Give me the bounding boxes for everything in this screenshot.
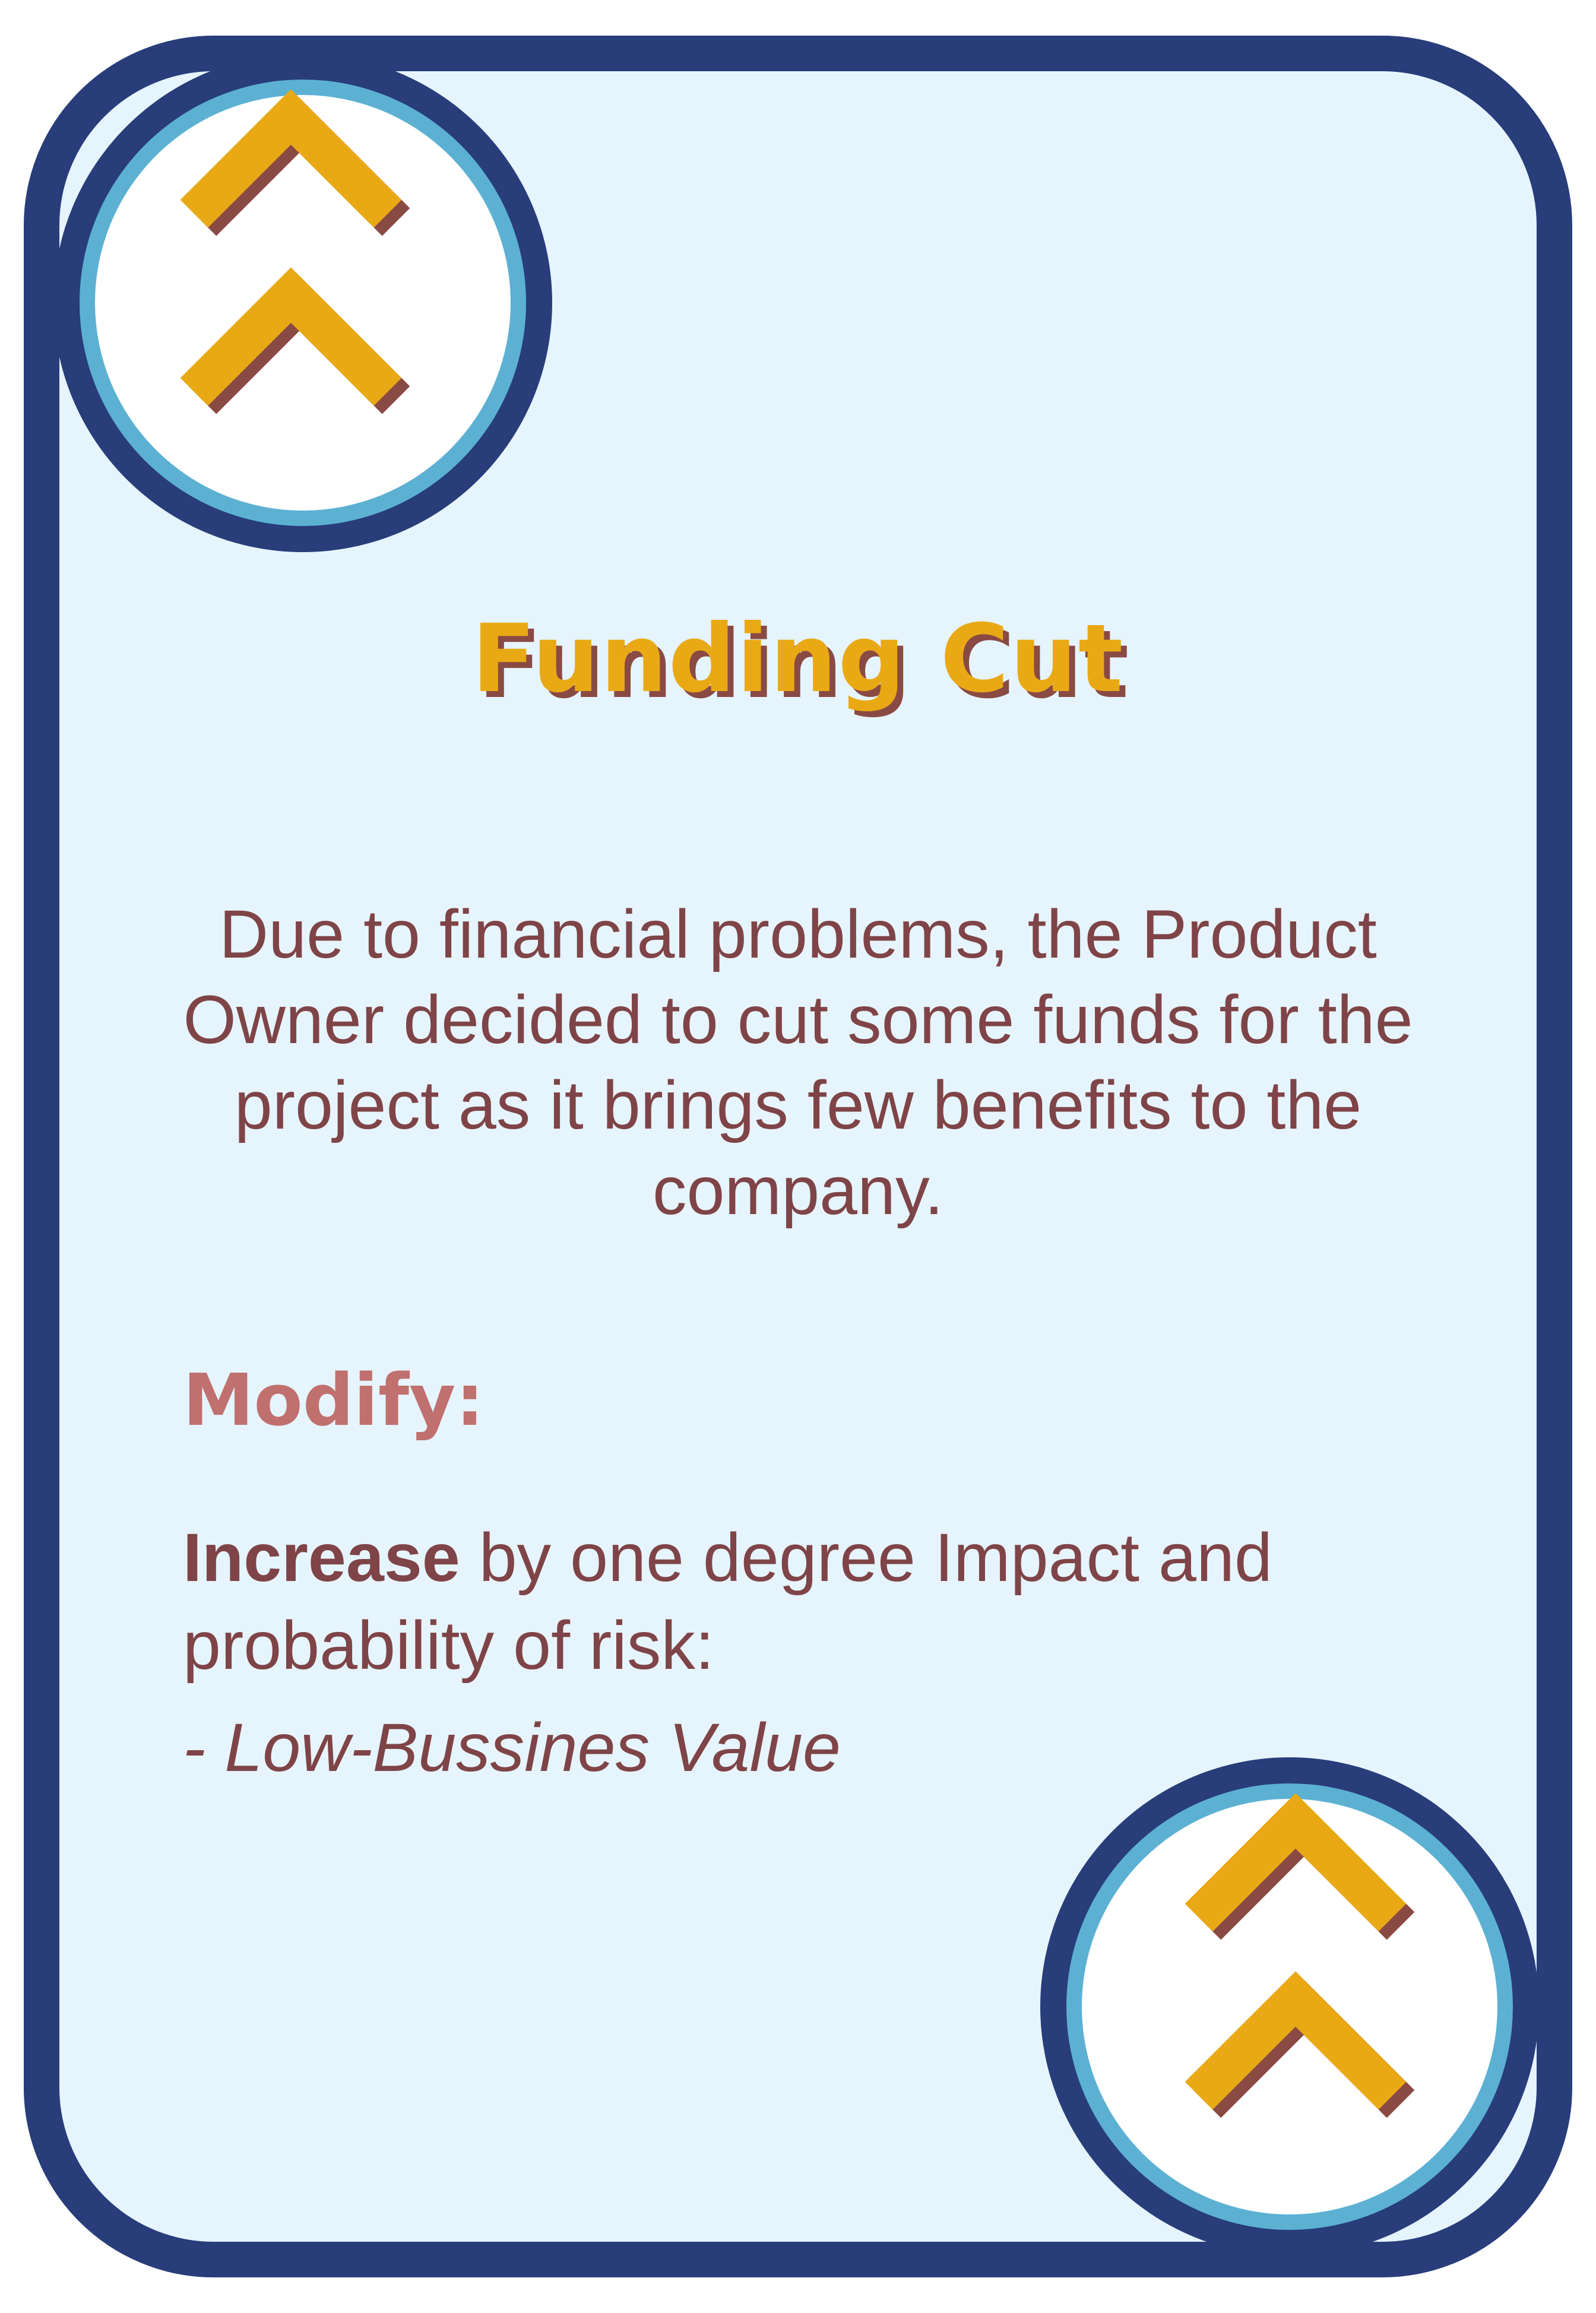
effect-action: Increase [183,1520,460,1596]
top-badge [53,53,552,552]
card-title: Funding Cut [471,604,1125,714]
modify-heading: Modify: [183,1360,484,1442]
bottom-badge [1040,1757,1539,2256]
double-chevron-up-icon [180,89,410,414]
effect-detail: - Low-Bussines Value [183,1710,841,1786]
double-chevron-up-icon [1185,1793,1415,2118]
card-description: Due to financial problems, the Product O… [183,896,1413,1229]
effect-text-block: Increase by one degree Impact and probab… [183,1514,1459,1690]
